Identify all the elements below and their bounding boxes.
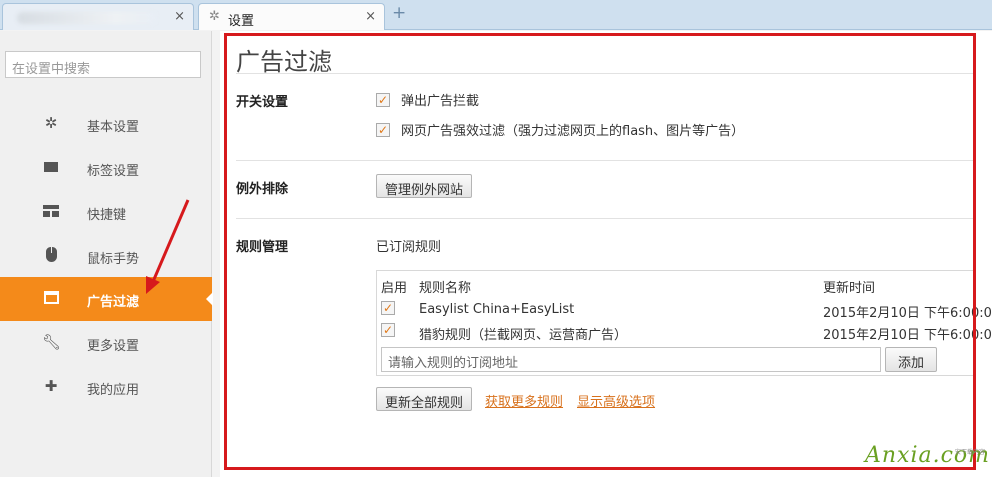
close-icon[interactable]: ×: [365, 9, 376, 24]
window-icon: [42, 289, 60, 307]
column-header-name: 规则名称: [419, 281, 472, 296]
page-title: 广告过滤: [236, 48, 332, 76]
rule-name: Easylist China+EasyList: [419, 302, 575, 317]
keyboard-icon: [42, 202, 60, 220]
rule-name: 猎豹规则（拦截网页、运营商广告）: [419, 328, 628, 343]
tab-title: 设置: [228, 14, 255, 29]
option-strong-filter[interactable]: ✓ 网页广告强效过滤（强力过滤网页上的flash、图片等广告）: [376, 120, 744, 139]
column-header-updated: 更新时间: [823, 281, 876, 296]
rules-table: 启用 规则名称 更新时间 ✓ Easylist China+EasyList 2…: [376, 270, 992, 376]
active-pointer: [206, 292, 213, 306]
subscribed-rules-label: 已订阅规则: [376, 240, 442, 255]
tab-blurred[interactable]: ×: [2, 3, 194, 30]
watermark-sub: 安下载内容: [955, 449, 986, 456]
divider: [236, 218, 976, 219]
sidebar-item-label: 我的应用: [87, 383, 140, 398]
sidebar-item-label: 标签设置: [87, 164, 140, 179]
rule-updated: 2015年2月10日 下午6:00:00: [823, 328, 992, 343]
annotation-arrow: [146, 199, 190, 294]
sidebar-item-basic[interactable]: ✲ 基本设置: [0, 102, 212, 146]
checkbox[interactable]: ✓: [376, 92, 390, 107]
checkbox[interactable]: ✓: [376, 122, 390, 137]
rule-checkbox[interactable]: ✓: [381, 301, 395, 315]
main-panel: [220, 31, 992, 477]
rule-checkbox[interactable]: ✓: [381, 323, 395, 337]
option-label: 弹出广告拦截: [401, 94, 480, 109]
section-exceptions-label: 例外排除: [236, 182, 289, 197]
sidebar-item-my-apps[interactable]: ✚ 我的应用: [0, 365, 212, 409]
rule-updated: 2015年2月10日 下午6:00:00: [823, 306, 992, 321]
tab-title-blurred: [17, 12, 157, 24]
column-header-enabled: 启用: [381, 281, 408, 296]
gear-icon: ✲: [44, 114, 58, 132]
sidebar-item-more-settings[interactable]: 🔧︎ 更多设置: [0, 321, 212, 365]
get-more-rules-link[interactable]: 获取更多规则: [485, 391, 563, 410]
tab-icon: [42, 158, 60, 176]
sidebar-item-tabs[interactable]: 标签设置: [0, 146, 212, 190]
sidebar-item-label: 更多设置: [87, 339, 140, 354]
mouse-icon: [42, 246, 60, 264]
option-label: 网页广告强效过滤（强力过滤网页上的flash、图片等广告）: [401, 124, 745, 139]
section-switch-label: 开关设置: [236, 95, 289, 110]
section-rules-label: 规则管理: [236, 240, 289, 255]
show-advanced-link[interactable]: 显示高级选项: [577, 391, 655, 410]
divider: [236, 73, 976, 74]
puzzle-icon: ✚: [44, 377, 58, 395]
search-input[interactable]: 在设置中搜索: [5, 51, 201, 78]
manage-exceptions-button[interactable]: 管理例外网站: [376, 174, 473, 198]
sidebar-item-label: 广告过滤: [87, 295, 140, 310]
sidebar-item-label: 鼠标手势: [87, 252, 140, 267]
gear-icon: ✲: [209, 9, 220, 24]
new-tab-button[interactable]: +: [392, 3, 406, 23]
rule-url-input[interactable]: 请输入规则的订阅地址: [381, 347, 881, 372]
wrench-icon: 🔧︎: [42, 333, 62, 351]
sidebar-item-label: 基本设置: [87, 120, 140, 135]
option-popup-block[interactable]: ✓ 弹出广告拦截: [376, 90, 479, 109]
close-icon[interactable]: ×: [174, 9, 185, 24]
sidebar-item-label: 快捷键: [87, 208, 127, 223]
update-all-rules-button[interactable]: 更新全部规则: [376, 387, 473, 411]
tab-settings[interactable]: ✲ 设置 ×: [198, 3, 385, 30]
divider: [236, 160, 976, 161]
tab-bar: × ✲ 设置 × +: [0, 0, 992, 30]
add-rule-button[interactable]: 添加: [885, 347, 938, 372]
